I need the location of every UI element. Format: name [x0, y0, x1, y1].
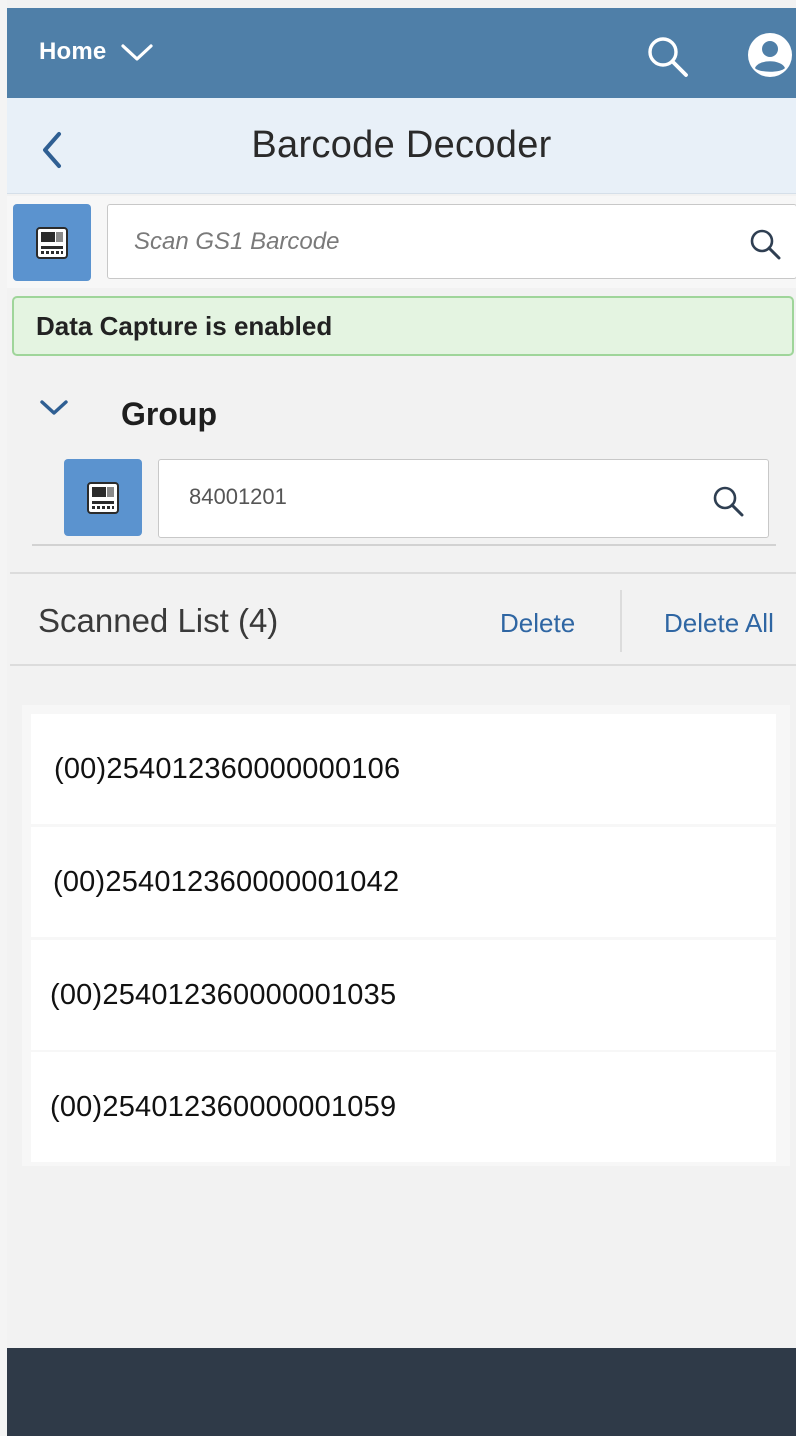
list-item-text: (00)254012360000000106	[54, 752, 401, 785]
search-icon	[713, 486, 744, 517]
list-item-text: (00)254012360000001042	[53, 865, 400, 898]
home-menu-button[interactable]: Home	[39, 38, 154, 66]
delete-button[interactable]: Delete	[500, 608, 575, 639]
barcode-scanner-icon	[87, 481, 119, 514]
list-item[interactable]: (00)254012360000001042	[31, 827, 776, 937]
scanned-list: (00)254012360000000106 (00)2540123600000…	[22, 705, 790, 1166]
barcode-scanner-icon	[36, 226, 68, 259]
success-message-strip: Data Capture is enabled	[12, 296, 794, 356]
window-edge	[0, 0, 7, 1436]
list-item-text: (00)254012360000001035	[50, 978, 397, 1011]
search-icon	[648, 37, 688, 77]
page-header: Barcode Decoder	[7, 98, 796, 194]
scan-search-button[interactable]	[748, 227, 782, 266]
group-title: Group	[121, 396, 217, 432]
list-item[interactable]: (00)254012360000001059	[31, 1052, 776, 1162]
chevron-down-icon	[121, 44, 154, 61]
group-search-button[interactable]	[711, 484, 745, 523]
search-icon	[750, 229, 781, 260]
list-item[interactable]: (00)254012360000000106	[31, 714, 776, 824]
chevron-down-icon	[40, 400, 68, 415]
group-input[interactable]	[187, 478, 691, 516]
scanned-list-title: Scanned List (4)	[38, 602, 279, 639]
scanned-list-toolbar: Scanned List (4) Delete Delete All	[10, 572, 796, 666]
toolbar-separator	[620, 590, 622, 652]
list-item[interactable]: (00)254012360000001035	[31, 940, 776, 1050]
user-avatar-button[interactable]	[746, 31, 794, 84]
delete-all-button[interactable]: Delete All	[664, 608, 774, 639]
divider	[32, 544, 776, 546]
home-label: Home	[39, 38, 107, 65]
group-scan-button[interactable]	[64, 459, 142, 536]
message-text: Data Capture is enabled	[36, 310, 333, 341]
scan-gs1-input[interactable]	[132, 221, 716, 263]
list-item-text: (00)254012360000001059	[50, 1090, 397, 1123]
user-avatar-icon	[748, 33, 792, 77]
footer-bar	[7, 1348, 796, 1436]
group-panel-header: Group	[7, 384, 796, 444]
scan-barcode-button[interactable]	[13, 204, 91, 281]
group-field	[158, 459, 769, 538]
group-expand-toggle[interactable]	[37, 396, 71, 425]
scan-row	[7, 196, 796, 288]
page-title: Barcode Decoder	[251, 124, 552, 166]
shell-search-button[interactable]	[645, 34, 691, 85]
shell-bar: Home	[7, 8, 796, 98]
scan-gs1-field	[107, 204, 796, 279]
